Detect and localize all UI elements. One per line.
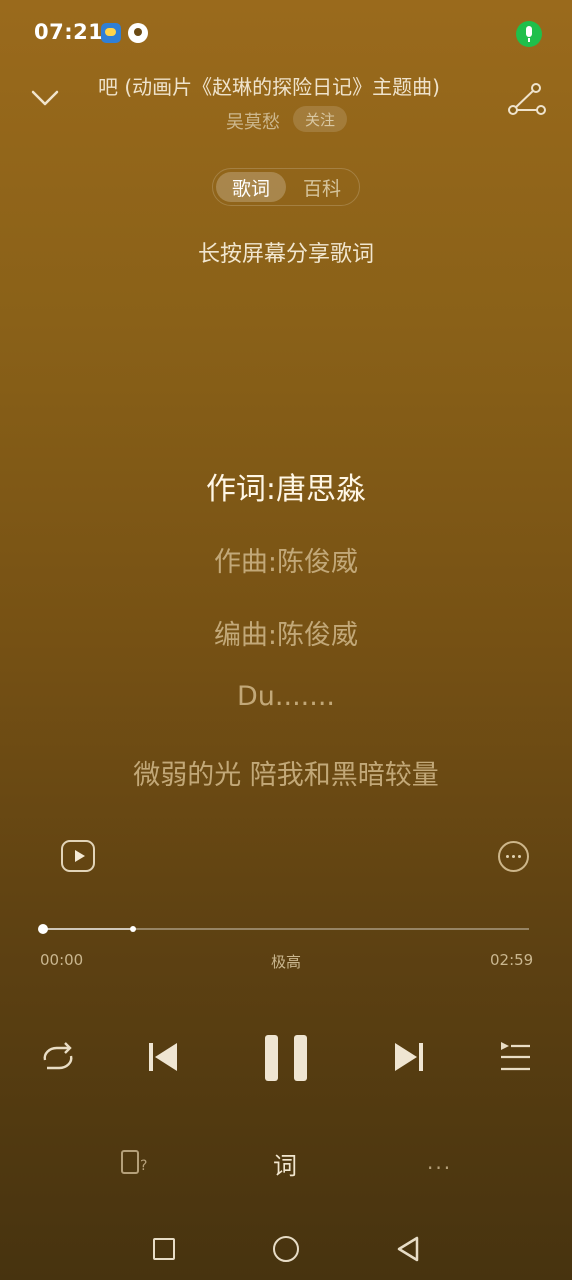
repeat-icon[interactable] <box>39 1040 77 1076</box>
more-icon[interactable]: ··· <box>427 1156 452 1180</box>
collapse-chevron-down-icon[interactable] <box>30 86 60 110</box>
follow-button[interactable]: 关注 <box>293 106 347 132</box>
tab-wiki[interactable]: 百科 <box>287 172 357 202</box>
audio-quality[interactable]: 极高 <box>0 951 572 972</box>
device-cast-icon[interactable]: ? <box>120 1148 150 1180</box>
lyric-line[interactable]: 作曲:陈俊威 <box>0 540 572 579</box>
total-time: 02:59 <box>490 951 534 969</box>
view-tabs: 歌词 百科 <box>212 168 360 206</box>
location-icon <box>128 23 148 43</box>
recent-apps-button[interactable] <box>153 1238 175 1260</box>
lyric-line-active[interactable]: 作词:唐思淼 <box>0 464 572 508</box>
lyric-line[interactable]: 微弱的光 陪我和黑暗较量 <box>0 753 572 792</box>
tab-lyrics[interactable]: 歌词 <box>216 172 286 202</box>
svg-text:?: ? <box>140 1158 147 1174</box>
lyric-line[interactable]: Du....... <box>0 681 572 712</box>
playlist-icon[interactable] <box>499 1040 531 1074</box>
lyrics-mode-button[interactable]: 词 <box>273 1146 297 1181</box>
progress-knob[interactable] <box>38 924 48 934</box>
share-lyrics-hint: 长按屏幕分享歌词 <box>197 242 374 267</box>
lyric-line[interactable]: 编曲:陈俊威 <box>0 613 572 652</box>
back-button[interactable] <box>395 1235 421 1267</box>
more-options-icon[interactable] <box>498 841 529 872</box>
play-video-icon[interactable] <box>61 840 95 872</box>
next-icon[interactable] <box>393 1040 425 1074</box>
song-title: 吧 (动画片《赵琳的探险日记》主题曲) <box>98 75 440 99</box>
buffer-marker <box>130 926 136 932</box>
progress-buffer <box>42 928 130 930</box>
status-time: 07:21 <box>34 20 104 44</box>
share-icon[interactable] <box>507 82 547 118</box>
pause-icon[interactable] <box>263 1033 309 1083</box>
home-button[interactable] <box>273 1236 299 1262</box>
artist-name[interactable]: 吴莫愁 <box>226 108 280 134</box>
microphone-icon <box>516 21 542 47</box>
weather-icon <box>101 23 121 43</box>
previous-icon[interactable] <box>147 1040 179 1074</box>
